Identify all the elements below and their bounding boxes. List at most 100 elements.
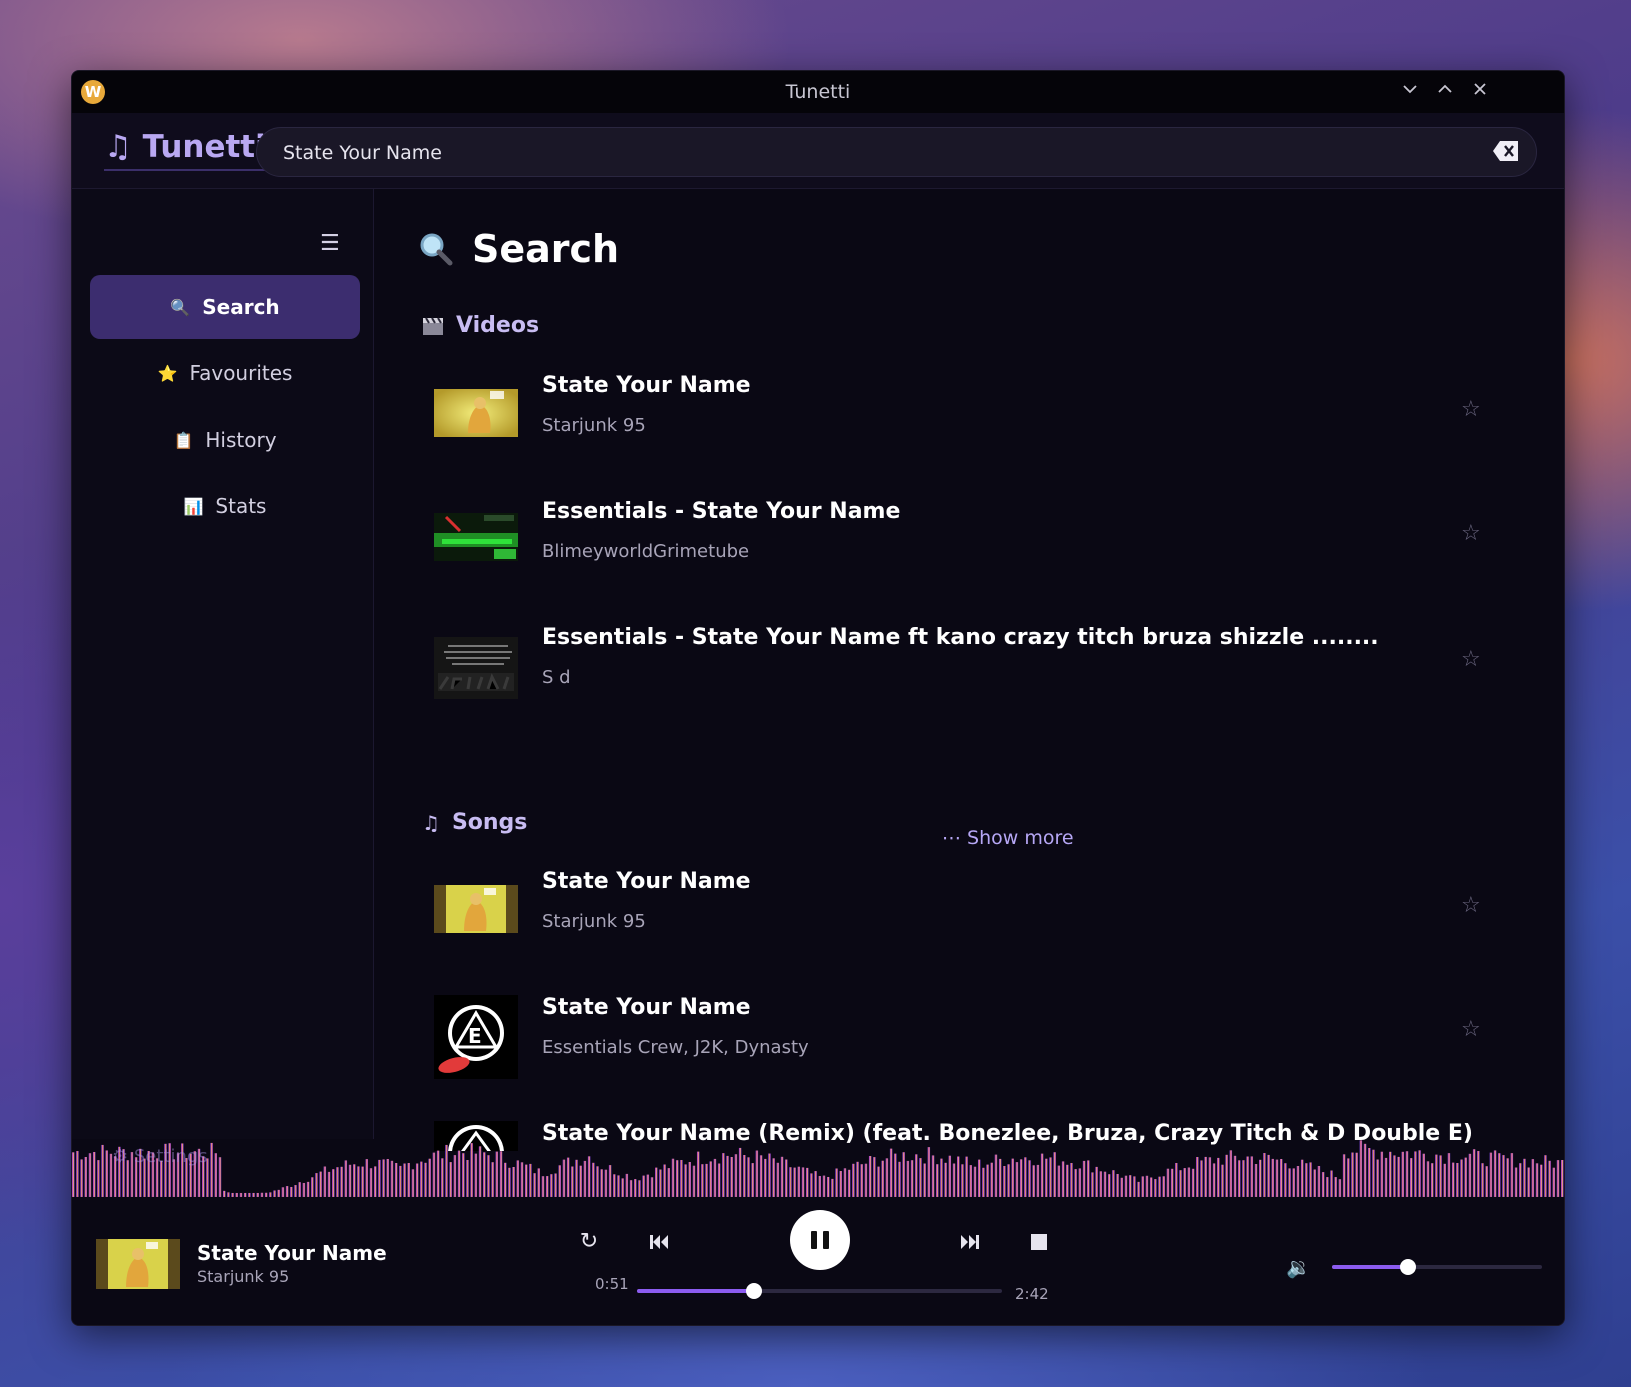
visualizer-bar — [411, 1169, 415, 1197]
visualizer-bar — [738, 1147, 742, 1197]
visualizer-bar — [1162, 1176, 1165, 1197]
visualizer-bar — [1548, 1160, 1551, 1197]
stop-button[interactable] — [1022, 1225, 1056, 1259]
svg-text:E: E — [468, 1024, 482, 1048]
search-input[interactable] — [283, 138, 1463, 168]
visualizer-bar — [1544, 1155, 1547, 1197]
favourite-star-icon[interactable]: ☆ — [1461, 521, 1481, 546]
visualizer-bar — [1451, 1162, 1455, 1197]
volume-slider[interactable] — [1332, 1265, 1542, 1269]
video-thumbnail — [434, 389, 518, 437]
visualizer-bar — [453, 1155, 457, 1197]
visualizer-bar — [340, 1166, 343, 1197]
app-logo[interactable]: ♫ Tunetti — [104, 129, 266, 171]
visualizer-bar — [575, 1159, 578, 1197]
sidebar-settings-link[interactable]: ⚙ Settings — [112, 1146, 208, 1167]
visualizer-bar — [1401, 1151, 1405, 1197]
result-subtitle: S d — [542, 667, 571, 688]
volume-icon[interactable]: 🔉 — [1286, 1255, 1311, 1279]
visualizer-bar — [1196, 1157, 1199, 1197]
seek-handle[interactable] — [745, 1283, 762, 1299]
visualizer-bar — [625, 1173, 629, 1197]
sidebar-item-stats[interactable]: 📊 Stats — [90, 474, 360, 538]
visualizer-bar — [1137, 1181, 1140, 1197]
song-result[interactable]: E State Your Name Essentials Crew, J2K, … — [434, 995, 1484, 1095]
visualizer-bar — [1389, 1151, 1392, 1197]
visualizer-bar — [1007, 1164, 1010, 1197]
visualizer-bar — [306, 1181, 310, 1197]
visualizer-bar — [797, 1166, 801, 1197]
sidebar-item-favourites[interactable]: ⭐ Favourites — [90, 341, 360, 405]
repeat-button[interactable]: ↻ — [572, 1225, 606, 1259]
show-more-button[interactable]: ⋯ Show more — [942, 827, 1074, 849]
visualizer-bar — [617, 1175, 620, 1197]
result-title: State Your Name — [542, 869, 751, 894]
page-title-text: Search — [472, 227, 620, 271]
visualizer-bar — [558, 1165, 561, 1197]
visualizer-bar — [1024, 1157, 1027, 1197]
visualizer-bar — [1493, 1150, 1497, 1197]
favourite-star-icon[interactable]: ☆ — [1461, 893, 1481, 918]
visualizer-bar — [667, 1168, 670, 1197]
visualizer-bar — [1347, 1158, 1350, 1197]
visualizer-bar — [646, 1174, 650, 1197]
visualizer-bar — [353, 1164, 356, 1197]
visualizer-bar — [474, 1153, 478, 1197]
visualizer-bar — [663, 1164, 666, 1197]
pause-button[interactable] — [790, 1210, 850, 1270]
video-result[interactable]: Essentials - State Your Name Blimeyworld… — [434, 499, 1484, 599]
video-result[interactable]: Essentials - State Your Name ft kano cra… — [434, 625, 1484, 725]
volume-handle[interactable] — [1399, 1259, 1416, 1275]
visualizer-bar — [1208, 1157, 1212, 1197]
search-icon: 🔍 — [170, 297, 191, 317]
visualizer-bar — [596, 1166, 599, 1197]
visualizer-bar — [97, 1160, 100, 1197]
visualizer-bar — [839, 1170, 842, 1197]
visualizer-bar — [1527, 1167, 1530, 1197]
visualizer-bar — [944, 1162, 947, 1197]
visualizer-bar — [1246, 1156, 1249, 1197]
visualizer-bar — [747, 1157, 750, 1197]
visualizer-bar — [1263, 1153, 1266, 1197]
maximize-button[interactable] — [1431, 79, 1459, 107]
visualizer-bar — [516, 1160, 520, 1197]
clear-search-button[interactable] — [1492, 140, 1520, 164]
previous-button[interactable] — [642, 1225, 676, 1259]
visualizer-bar — [1175, 1163, 1178, 1197]
sidebar-item-search[interactable]: 🔍 Search — [90, 275, 360, 339]
visualizer-bar — [1288, 1168, 1291, 1197]
hamburger-menu-icon[interactable]: ☰ — [320, 231, 340, 256]
visualizer-bar — [655, 1167, 658, 1197]
visualizer-bar — [755, 1150, 759, 1197]
sidebar: ☰ 🔍 Search ⭐ Favourites 📋 History 📊 Stat… — [72, 189, 374, 1139]
visualizer-bar — [1087, 1160, 1090, 1197]
visualizer-bar — [1040, 1153, 1044, 1197]
sidebar-item-history[interactable]: 📋 History — [90, 408, 360, 472]
visualizer-bar — [1154, 1179, 1157, 1197]
visualizer-bar — [814, 1171, 817, 1197]
visualizer-bar — [1296, 1165, 1300, 1197]
minimize-button[interactable] — [1396, 79, 1424, 107]
title-bar: W Tunetti — [72, 71, 1564, 113]
song-result[interactable]: State Your Name Starjunk 95 ☆ — [434, 869, 1484, 969]
favourite-star-icon[interactable]: ☆ — [1461, 647, 1481, 672]
visualizer-bar — [852, 1163, 855, 1197]
favourite-star-icon[interactable]: ☆ — [1461, 397, 1481, 422]
visualizer-bar — [1498, 1153, 1501, 1197]
next-button[interactable] — [953, 1225, 987, 1259]
visualizer-bar — [1275, 1159, 1279, 1197]
seek-bar[interactable] — [637, 1289, 1002, 1293]
visualizer-bar — [336, 1167, 339, 1197]
visualizer-bar — [332, 1169, 335, 1197]
visualizer-bar — [759, 1155, 763, 1197]
favourite-star-icon[interactable]: ☆ — [1461, 1017, 1481, 1042]
visualizer-bar — [1317, 1165, 1321, 1197]
video-result[interactable]: State Your Name Starjunk 95 ☆ — [434, 373, 1484, 473]
visualizer-bar — [990, 1162, 993, 1197]
visualizer-bar — [541, 1176, 545, 1197]
songs-heading: ♫ Songs — [422, 810, 527, 835]
sidebar-item-label: History — [205, 428, 277, 452]
visualizer-bar — [961, 1164, 964, 1197]
close-button[interactable] — [1466, 79, 1494, 107]
visualizer-bar — [1510, 1153, 1514, 1197]
